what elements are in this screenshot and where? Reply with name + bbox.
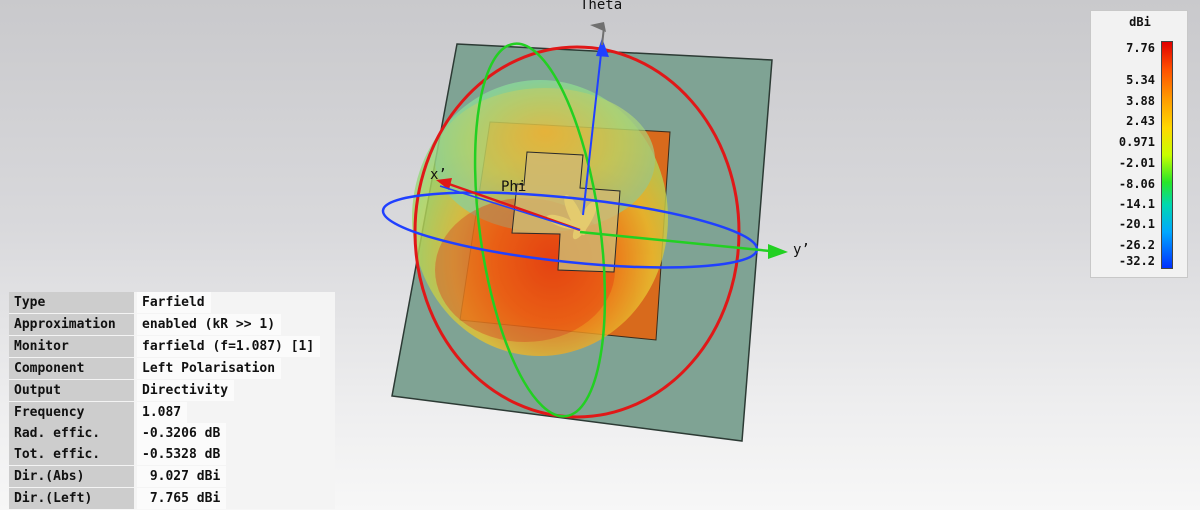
info-value: -0.5328 dB — [137, 444, 227, 465]
info-key: Dir.(Left) — [9, 488, 134, 509]
info-key: Frequency — [9, 402, 134, 423]
info-key: Dir.(Abs) — [9, 466, 134, 487]
legend-tick-max: 7.76 — [1126, 41, 1155, 55]
info-key: Component — [9, 358, 134, 379]
info-key: Monitor — [9, 336, 134, 357]
legend-tick: -26.2 — [1118, 238, 1155, 252]
info-row-rad-effic: Rad. effic. -0.3206 dB — [9, 423, 335, 444]
info-value: farfield (f=1.087) [1] — [137, 336, 321, 357]
info-key: Type — [9, 292, 134, 313]
farfield-info-table: Type Farfield Approximation enabled (kR … — [9, 292, 335, 509]
x-prime-axis-label: x’ — [430, 167, 447, 183]
y-prime-axis-arrow — [768, 244, 788, 259]
info-key: Output — [9, 380, 134, 401]
info-row-tot-effic: Tot. effic. -0.5328 dB — [9, 444, 335, 465]
info-value: enabled (kR >> 1) — [137, 314, 282, 335]
info-row-dir-left: Dir.(Left) 7.765 dBi — [9, 488, 335, 509]
info-row-type: Type Farfield — [9, 292, 335, 313]
info-key: Rad. effic. — [9, 423, 134, 444]
info-key: Approximation — [9, 314, 134, 335]
phi-axis-label: Phi — [501, 179, 526, 195]
info-value: Farfield — [137, 292, 211, 313]
legend-tick: -8.06 — [1118, 177, 1155, 191]
info-row-monitor: Monitor farfield (f=1.087) [1] — [9, 336, 335, 357]
info-value: Directivity — [137, 380, 235, 401]
color-scale-legend: dBi 7.76 5.34 3.88 2.43 0.971 -2.01 -8.0… — [1090, 10, 1188, 278]
y-prime-axis-label: y’ — [793, 242, 810, 258]
legend-tick: 0.971 — [1118, 135, 1155, 149]
legend-tick: 2.43 — [1126, 114, 1155, 128]
info-row-output: Output Directivity — [9, 380, 335, 401]
info-value: Left Polarisation — [137, 358, 282, 379]
info-row-frequency: Frequency 1.087 — [9, 402, 335, 423]
legend-tick: -2.01 — [1118, 156, 1155, 170]
legend-tick: -14.1 — [1118, 197, 1155, 211]
info-value: 9.027 dBi — [137, 466, 227, 487]
info-row-dir-abs: Dir.(Abs) 9.027 dBi — [9, 466, 335, 487]
info-row-approximation: Approximation enabled (kR >> 1) — [9, 314, 335, 335]
legend-tick: 5.34 — [1126, 73, 1155, 87]
legend-tick: -20.1 — [1118, 217, 1155, 231]
legend-unit: dBi — [1129, 15, 1151, 29]
info-value: -0.3206 dB — [137, 423, 227, 444]
theta-axis-label: Theta — [580, 0, 622, 13]
legend-color-bar — [1161, 41, 1173, 269]
info-row-component: Component Left Polarisation — [9, 358, 335, 379]
legend-tick: 3.88 — [1126, 94, 1155, 108]
info-value: 7.765 dBi — [137, 488, 227, 509]
info-key: Tot. effic. — [9, 444, 134, 465]
info-value: 1.087 — [137, 402, 188, 423]
legend-tick-min: -32.2 — [1118, 254, 1155, 268]
